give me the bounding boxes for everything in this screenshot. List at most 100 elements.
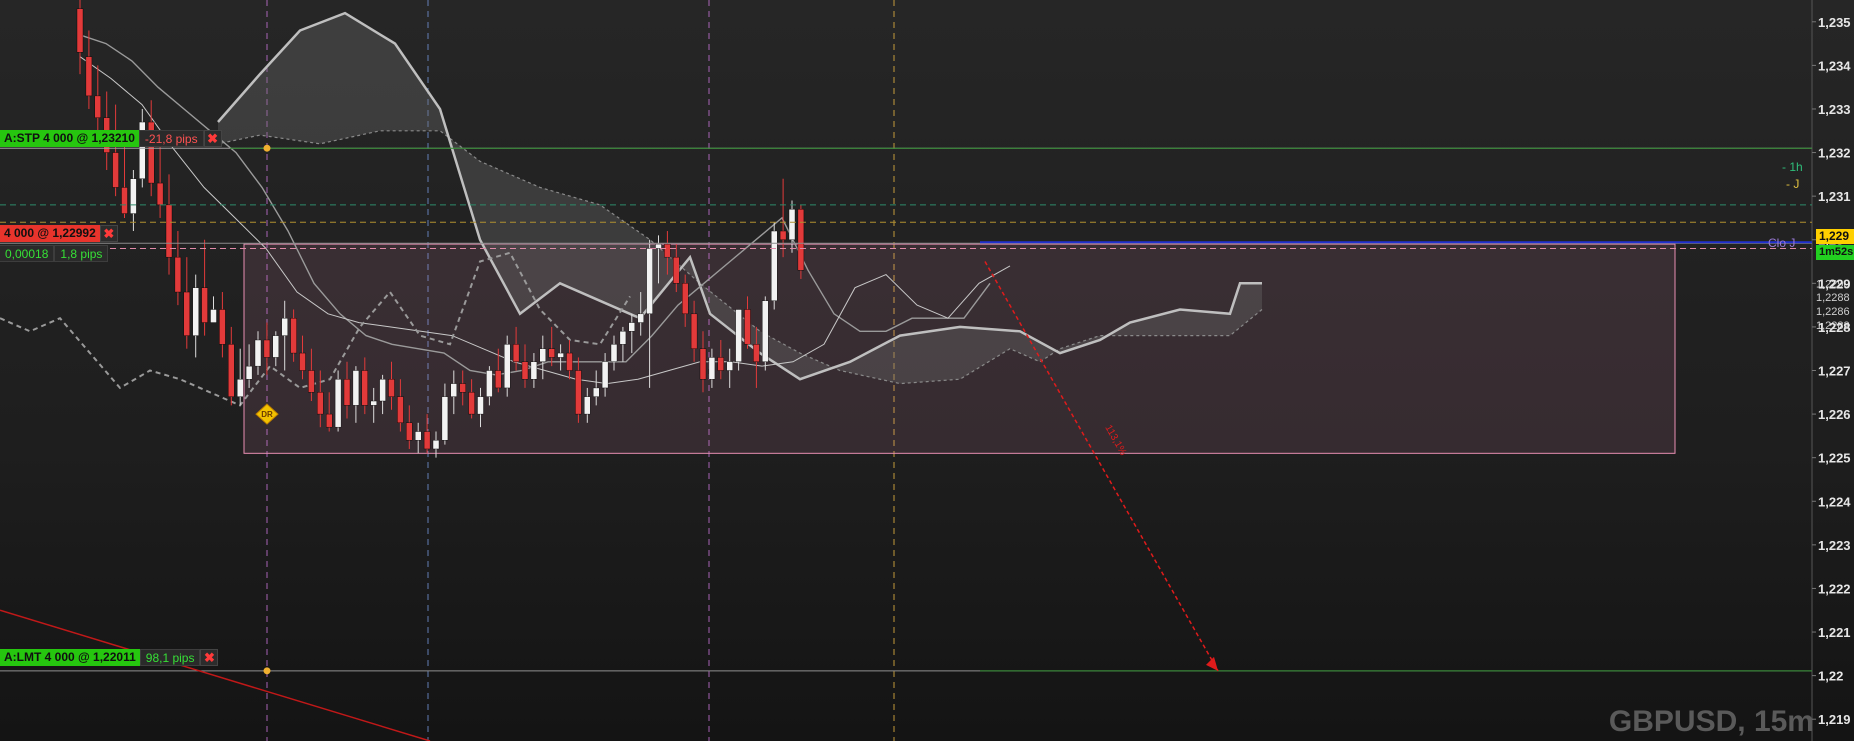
candle-body (183, 291, 191, 336)
candle-body (735, 309, 742, 362)
candle-body (326, 413, 333, 428)
candle-body (646, 248, 653, 315)
candle-body (130, 178, 137, 214)
candle-body (521, 361, 529, 380)
y-tick-label: 1,222 (1818, 581, 1851, 596)
dr-marker-label: DR (261, 410, 273, 419)
candle-body (637, 313, 644, 323)
candle-body (397, 396, 404, 424)
candle-body (486, 370, 493, 397)
candlestick-chart[interactable]: DR113,1%1,22901,22881,22861,22831,2351,2… (0, 0, 1854, 741)
y-tick-label: 1,229 (1818, 276, 1851, 291)
candle-body (441, 396, 449, 441)
y-tick-label: 1,227 (1818, 364, 1851, 379)
candle-body (94, 95, 102, 118)
label-j: - J (1786, 177, 1800, 191)
stop-anchor-dot (263, 144, 271, 152)
candle-body (201, 287, 208, 323)
candle-body (192, 287, 199, 336)
candle-body (370, 400, 377, 406)
instrument-watermark: GBPUSD, 15m (1608, 705, 1814, 738)
candle-body (379, 379, 386, 402)
candle-body (343, 379, 351, 406)
candle-body (165, 204, 173, 258)
candle-body (664, 243, 671, 258)
candle-body (779, 230, 787, 240)
y-tick-label: 1,223 (1818, 538, 1851, 553)
candle-body (174, 256, 182, 293)
y-tick-label: 1,231 (1818, 189, 1851, 204)
y-tick-label: 1,232 (1818, 146, 1851, 161)
candle-body (575, 370, 582, 415)
limit-anchor-dot (263, 667, 271, 675)
candle-body (254, 339, 262, 367)
candle-body (708, 357, 716, 380)
position-points: 0,00018 (0, 245, 55, 262)
y-tick-label: 1,235 (1818, 15, 1851, 30)
candle-body (512, 344, 520, 362)
candle-body (673, 256, 680, 284)
y-tick-label: 1,22 (1818, 669, 1843, 684)
candle-body (788, 209, 796, 240)
current-price-tag: 1,229 (1816, 229, 1854, 244)
candle-body (76, 8, 84, 53)
y-tick-label: 1,228 (1818, 320, 1851, 335)
candle-body (548, 348, 555, 358)
candle-body (228, 344, 235, 397)
stop-order-tag[interactable]: A:STP 4 000 @ 1,23210 -21,8 pips ✖ (0, 130, 222, 147)
position-tag[interactable]: 4 000 @ 1,22992 ✖ (0, 225, 118, 242)
candle-body (388, 379, 395, 397)
candle-body (210, 309, 217, 323)
y-tick-label: 1,219 (1818, 712, 1851, 727)
candle-body (771, 230, 778, 301)
candle-body (468, 392, 475, 415)
candle-body (726, 361, 733, 371)
candle-body (610, 344, 618, 362)
countdown-tag: 1m52s (1816, 245, 1854, 260)
small-price-label: 1,2286 (1816, 306, 1850, 318)
candle-body (415, 431, 422, 441)
candle-body (299, 352, 306, 371)
candle-body (601, 361, 609, 389)
limit-order-close-icon[interactable]: ✖ (200, 649, 219, 666)
candle-body (361, 370, 368, 406)
candle-body (744, 309, 751, 345)
candle-body (334, 379, 342, 428)
stop-order-close-icon[interactable]: ✖ (203, 130, 222, 147)
chart-stage[interactable]: DR 113,1% 1,2290 1,2288 1,2286 1,2283 1,235 1,2… (0, 0, 1854, 741)
candle-body (530, 361, 538, 380)
candle-body (406, 422, 413, 441)
y-tick-label: 1,226 (1818, 407, 1851, 422)
candle-body (717, 357, 724, 371)
position-pnl-tag: 0,00018 1,8 pips (0, 245, 109, 262)
candle-body (236, 379, 244, 397)
small-price-label: 1,2288 (1816, 292, 1850, 304)
candle-body (272, 335, 279, 358)
position-close-icon[interactable]: ✖ (99, 225, 118, 242)
candle-body (245, 365, 253, 380)
candle-body (628, 322, 635, 332)
candle-body (112, 152, 119, 188)
candle-body (584, 396, 591, 415)
candle-body (797, 209, 805, 271)
limit-order-label: A:LMT 4 000 @ 1,22011 (0, 649, 140, 666)
candle-body (495, 370, 502, 389)
y-tick-label: 1,225 (1818, 451, 1851, 466)
candle-body (423, 431, 431, 450)
limit-order-tag[interactable]: A:LMT 4 000 @ 1,22011 98,1 pips ✖ (0, 649, 219, 666)
y-tick-label: 1,224 (1818, 494, 1851, 509)
candle-body (762, 300, 769, 362)
label-clo-j: Clo J (1768, 236, 1796, 250)
y-tick-label: 1,233 (1818, 102, 1851, 117)
candle-body (593, 387, 600, 397)
candle-body (156, 182, 164, 206)
candle-body (477, 396, 484, 415)
candle-body (263, 339, 271, 358)
candle-body (619, 331, 627, 345)
limit-order-pips: 98,1 pips (139, 649, 201, 666)
candle-body (655, 243, 662, 249)
position-pips: 1,8 pips (54, 245, 109, 262)
candle-body (504, 344, 511, 389)
y-tick-label: 1,234 (1818, 58, 1851, 73)
candle-body (753, 344, 760, 362)
